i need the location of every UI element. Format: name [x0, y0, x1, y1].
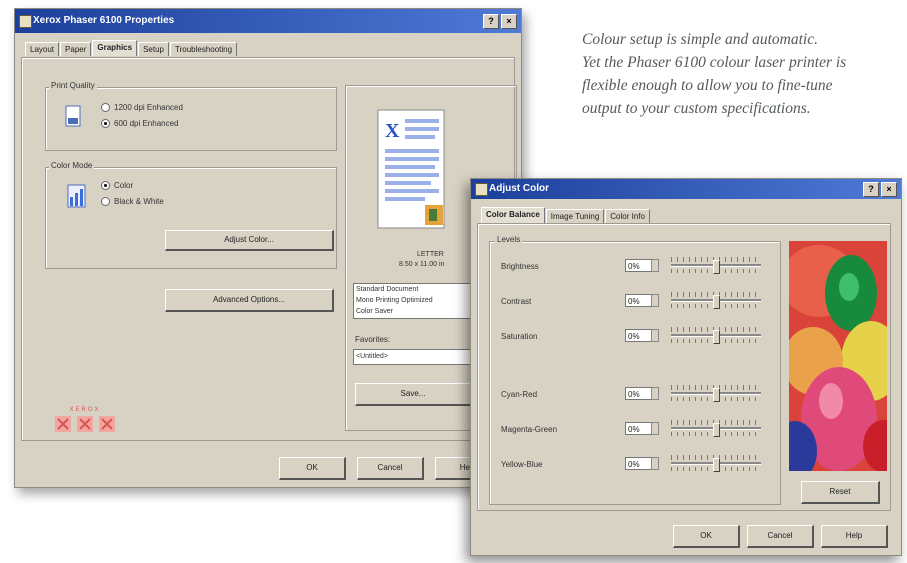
- slider-thumb[interactable]: [713, 423, 720, 437]
- radio-600dpi[interactable]: 600 dpi Enhanced: [101, 119, 179, 128]
- slider-thumb[interactable]: [713, 330, 720, 344]
- slider-label: Contrast: [501, 297, 532, 306]
- tab-layout[interactable]: Layout: [25, 42, 60, 56]
- favorites-label: Favorites:: [355, 335, 391, 344]
- tab-image-tuning[interactable]: Image Tuning: [545, 209, 605, 223]
- color-preview-image: [789, 241, 887, 471]
- slider-track[interactable]: [671, 455, 761, 472]
- settings-list: Standard Document Mono Printing Optimize…: [353, 283, 479, 319]
- color-mode-label: Color Mode: [49, 161, 95, 170]
- page-preview-image: X: [377, 109, 445, 229]
- slider-label: Saturation: [501, 332, 538, 341]
- slider-track[interactable]: [671, 327, 761, 344]
- radio-black-white[interactable]: Black & White: [101, 197, 164, 206]
- slider-value-input[interactable]: 0%: [625, 387, 653, 400]
- spinner-button[interactable]: [651, 422, 659, 435]
- window-title: Adjust Color: [489, 183, 549, 194]
- slider-value-input[interactable]: 0%: [625, 329, 653, 342]
- tab-paper[interactable]: Paper: [60, 42, 92, 56]
- reset-button[interactable]: Reset: [801, 481, 880, 504]
- color-bars-icon: [67, 184, 86, 208]
- slider-track[interactable]: [671, 385, 761, 402]
- tab-troubleshooting[interactable]: Troubleshooting: [169, 42, 238, 56]
- settings-item: Mono Printing Optimized: [356, 297, 433, 304]
- spinner-button[interactable]: [651, 259, 659, 272]
- slider-track[interactable]: [671, 257, 761, 274]
- cancel-button[interactable]: Cancel: [747, 525, 814, 548]
- adjust-color-button[interactable]: Adjust Color...: [165, 230, 334, 251]
- radio-button[interactable]: [101, 181, 110, 190]
- radio-label: 1200 dpi Enhanced: [114, 103, 183, 112]
- printer-properties-window: Xerox Phaser 6100 Properties ? × Layout …: [14, 8, 522, 488]
- close-button[interactable]: ×: [501, 14, 517, 29]
- caption-line: Colour setup is simple and automatic.: [582, 31, 818, 48]
- slider-value-input[interactable]: 0%: [625, 294, 653, 307]
- slider-value-input[interactable]: 0%: [625, 259, 653, 272]
- cancel-button[interactable]: Cancel: [357, 457, 424, 480]
- print-quality-label: Print Quality: [49, 81, 97, 90]
- color-mode-group: [45, 167, 337, 269]
- spinner-button[interactable]: [651, 294, 659, 307]
- ok-button[interactable]: OK: [279, 457, 346, 480]
- settings-item: Standard Document: [356, 286, 419, 293]
- radio-label: Color: [114, 181, 134, 190]
- tab-color-balance[interactable]: Color Balance: [481, 207, 545, 223]
- advanced-options-button[interactable]: Advanced Options...: [165, 289, 334, 312]
- spinner-button[interactable]: [651, 329, 659, 342]
- window-title: Xerox Phaser 6100 Properties: [33, 15, 175, 26]
- tab-color-info[interactable]: Color Info: [605, 209, 650, 223]
- slider-label: Brightness: [501, 262, 539, 271]
- slider-track[interactable]: [671, 292, 761, 309]
- slider-thumb[interactable]: [713, 295, 720, 309]
- slider-thumb[interactable]: [713, 458, 720, 472]
- caption-line: Yet the Phaser 6100 colour laser printer…: [582, 54, 847, 71]
- spinner-button[interactable]: [651, 457, 659, 470]
- xerox-graphic: [55, 416, 115, 432]
- title-bar: Xerox Phaser 6100 Properties ? ×: [15, 9, 521, 33]
- ok-button[interactable]: OK: [673, 525, 740, 548]
- slider-thumb[interactable]: [713, 388, 720, 402]
- paper-size: 8.50 x 11.00 in: [399, 261, 445, 268]
- slider-value-input[interactable]: 0%: [625, 457, 653, 470]
- favorites-dropdown[interactable]: <Untitled>: [353, 349, 477, 365]
- help-title-button[interactable]: ?: [483, 14, 499, 29]
- radio-button[interactable]: [101, 197, 110, 206]
- help-title-button[interactable]: ?: [863, 182, 879, 197]
- caption-line: flexible enough to allow you to fine-tun…: [582, 77, 833, 94]
- radio-1200dpi[interactable]: 1200 dpi Enhanced: [101, 103, 183, 112]
- print-quality-group: [45, 87, 337, 151]
- radio-button[interactable]: [101, 103, 110, 112]
- radio-label: 600 dpi Enhanced: [114, 119, 179, 128]
- save-button[interactable]: Save...: [355, 383, 472, 406]
- printer-icon: [19, 15, 32, 28]
- adjust-color-window: Adjust Color ? × Color Balance Image Tun…: [470, 178, 902, 556]
- slider-label: Cyan-Red: [501, 390, 538, 399]
- slider-label: Yellow-Blue: [501, 460, 543, 469]
- title-bar: Adjust Color ? ×: [471, 179, 901, 199]
- close-button[interactable]: ×: [881, 182, 897, 197]
- svg-text:X: X: [385, 120, 400, 142]
- caption-line: output to your custom specifications.: [582, 100, 811, 117]
- paper-info: LETTER: [417, 251, 444, 258]
- radio-label: Black & White: [114, 197, 164, 206]
- slider-value-input[interactable]: 0%: [625, 422, 653, 435]
- xerox-logo: XEROX: [53, 407, 117, 440]
- tab-graphics[interactable]: Graphics: [92, 40, 138, 56]
- spinner-button[interactable]: [651, 387, 659, 400]
- levels-label: Levels: [495, 235, 523, 244]
- marketing-caption: Colour setup is simple and automatic. Ye…: [582, 28, 902, 120]
- slider-track[interactable]: [671, 420, 761, 437]
- document-icon: [65, 105, 81, 127]
- settings-item: Color Saver: [356, 308, 393, 315]
- app-icon: [475, 183, 488, 196]
- slider-label: Magenta-Green: [501, 425, 558, 434]
- radio-color[interactable]: Color: [101, 181, 133, 190]
- tab-setup[interactable]: Setup: [138, 42, 169, 56]
- slider-thumb[interactable]: [713, 260, 720, 274]
- radio-button[interactable]: [101, 119, 110, 128]
- help-button[interactable]: Help: [821, 525, 888, 548]
